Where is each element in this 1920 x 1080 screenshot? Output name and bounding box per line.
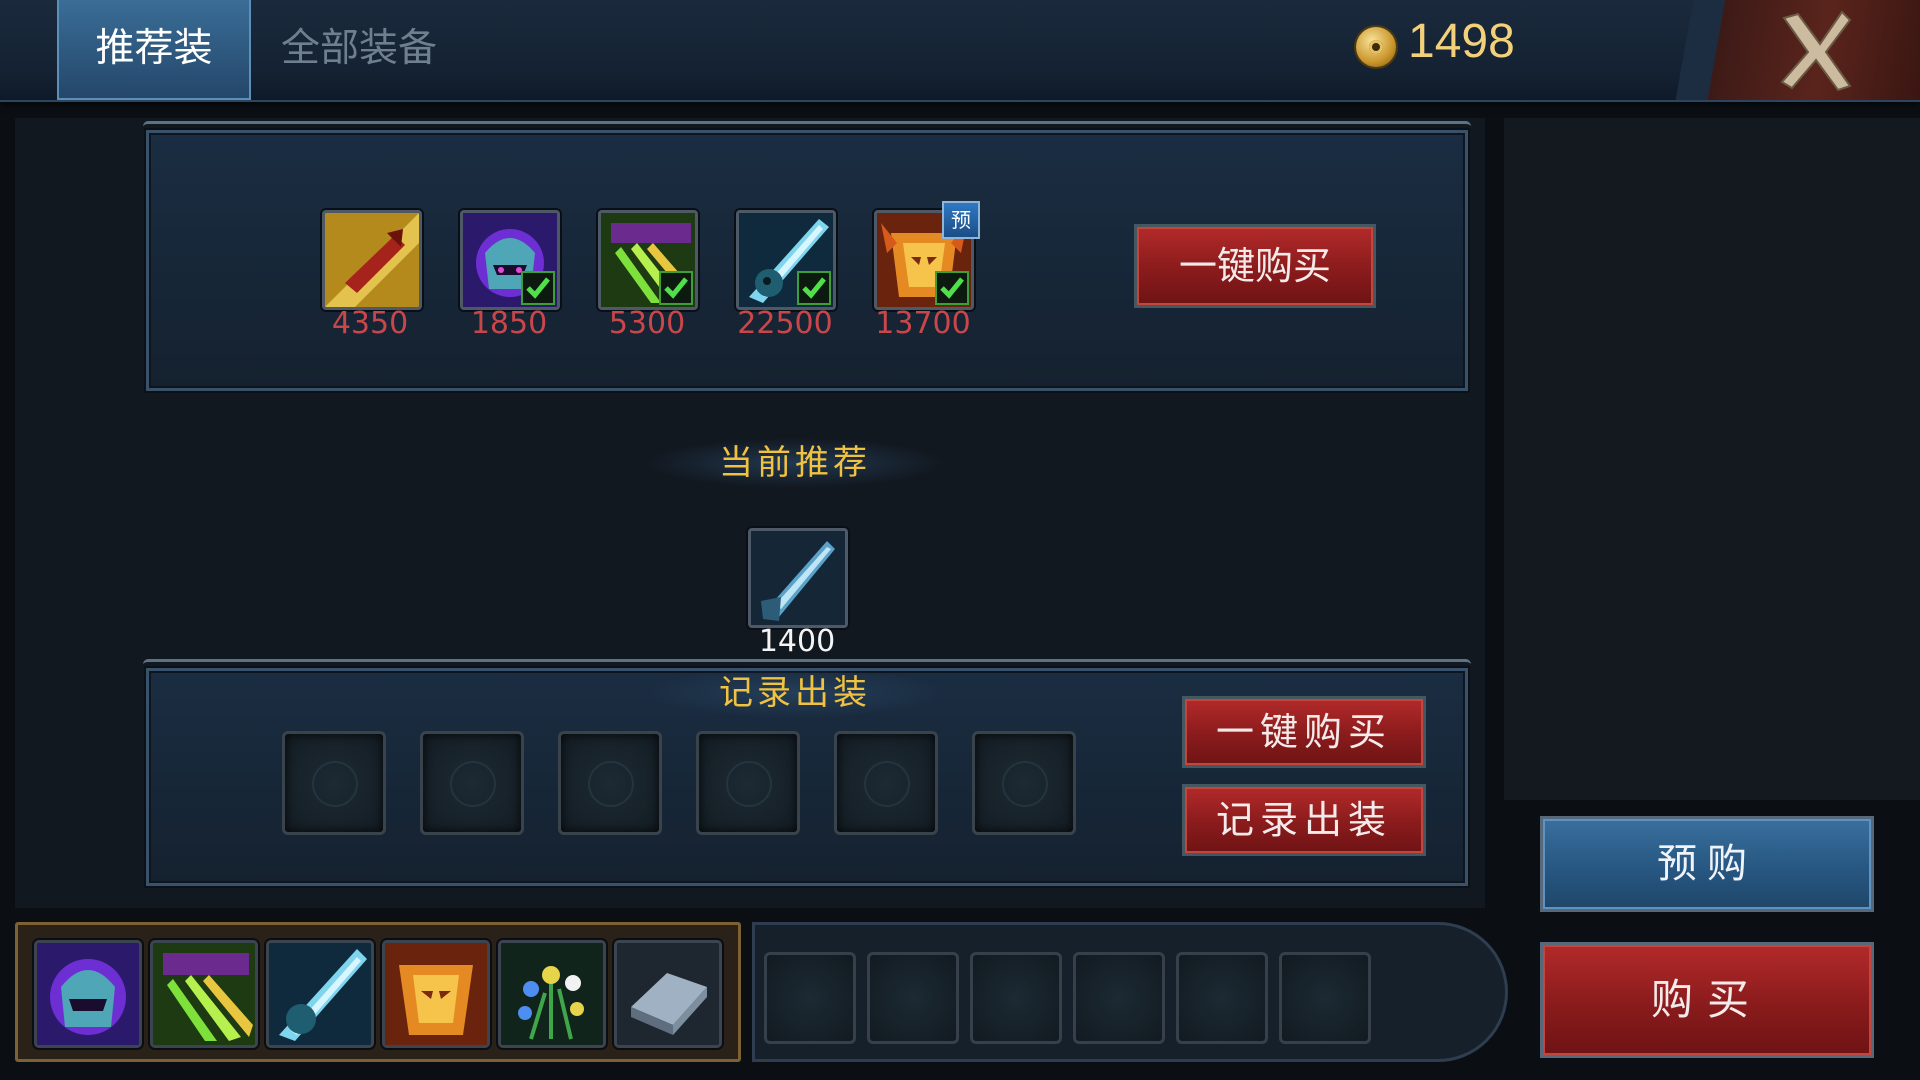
buy-button[interactable]: 购买 (1540, 942, 1874, 1058)
item-price: 22500 (737, 306, 833, 341)
owned-check-icon (797, 271, 831, 305)
record-slot-4[interactable] (696, 731, 800, 835)
inventory-empty-slot[interactable] (1073, 952, 1165, 1044)
prebuy-badge: 预 (942, 201, 980, 239)
scroll-weapon-icon (325, 213, 419, 307)
record-slot-2[interactable] (420, 731, 524, 835)
coin-icon (1356, 27, 1396, 67)
recommended-item-4[interactable] (736, 210, 836, 310)
inventory-slot-1[interactable] (34, 940, 142, 1048)
flower-herb-icon (501, 943, 603, 1045)
current-recommend-price: 1400 (758, 624, 836, 659)
current-recommend-item[interactable] (748, 528, 848, 628)
inventory-empty-slot[interactable] (1176, 952, 1268, 1044)
current-recommend-label: 当前推荐 (645, 438, 945, 488)
gold-amount: 1498 (1408, 15, 1515, 68)
purple-helmet-icon (37, 943, 139, 1045)
tab-recommended-equipment[interactable]: 推荐装备 (57, 0, 251, 169)
inventory-empty-slot[interactable] (970, 952, 1062, 1044)
owned-check-icon (521, 271, 555, 305)
record-slot-3[interactable] (558, 731, 662, 835)
top-bar: 推荐装备 全部装备 1498 (0, 0, 1920, 169)
inventory-empty-slot[interactable] (1279, 952, 1371, 1044)
record-outfit-button[interactable]: 记录出装 (1182, 784, 1426, 856)
silver-ingot-icon (617, 943, 719, 1045)
tab-all-equipment[interactable]: 全部装备 (255, 0, 463, 98)
record-slot-1[interactable] (282, 731, 386, 835)
inventory-empty-slot[interactable] (764, 952, 856, 1044)
record-outfit-label: 记录出装 (645, 668, 945, 718)
record-slot-5[interactable] (834, 731, 938, 835)
recommended-item-1[interactable] (322, 210, 422, 310)
prebuy-button[interactable]: 预购 (1540, 816, 1874, 912)
owned-check-icon (935, 271, 969, 305)
item-price: 1850 (470, 306, 548, 341)
inventory-slot-6[interactable] (614, 940, 722, 1048)
recommended-item-2[interactable] (460, 210, 560, 310)
inventory-slot-2[interactable] (150, 940, 258, 1048)
recommended-item-3[interactable] (598, 210, 698, 310)
blue-dagger-icon (751, 531, 845, 625)
inventory-slot-5[interactable] (498, 940, 606, 1048)
blue-blade-icon (269, 943, 371, 1045)
record-slot-6[interactable] (972, 731, 1076, 835)
item-price: 4350 (331, 306, 409, 341)
green-claw-icon (153, 943, 255, 1045)
inventory-slot-3[interactable] (266, 940, 374, 1048)
close-icon[interactable] (1776, 8, 1856, 92)
item-price: 13700 (875, 306, 971, 341)
owned-check-icon (659, 271, 693, 305)
one-key-buy-button[interactable]: 一键购买 (1134, 224, 1376, 308)
inventory-empty-slot[interactable] (867, 952, 959, 1044)
inventory-slot-4[interactable] (382, 940, 490, 1048)
item-price: 5300 (608, 306, 686, 341)
record-one-key-buy-button[interactable]: 一键购买 (1182, 696, 1426, 768)
item-detail-area (1504, 118, 1920, 800)
golden-mask-icon (385, 943, 487, 1045)
